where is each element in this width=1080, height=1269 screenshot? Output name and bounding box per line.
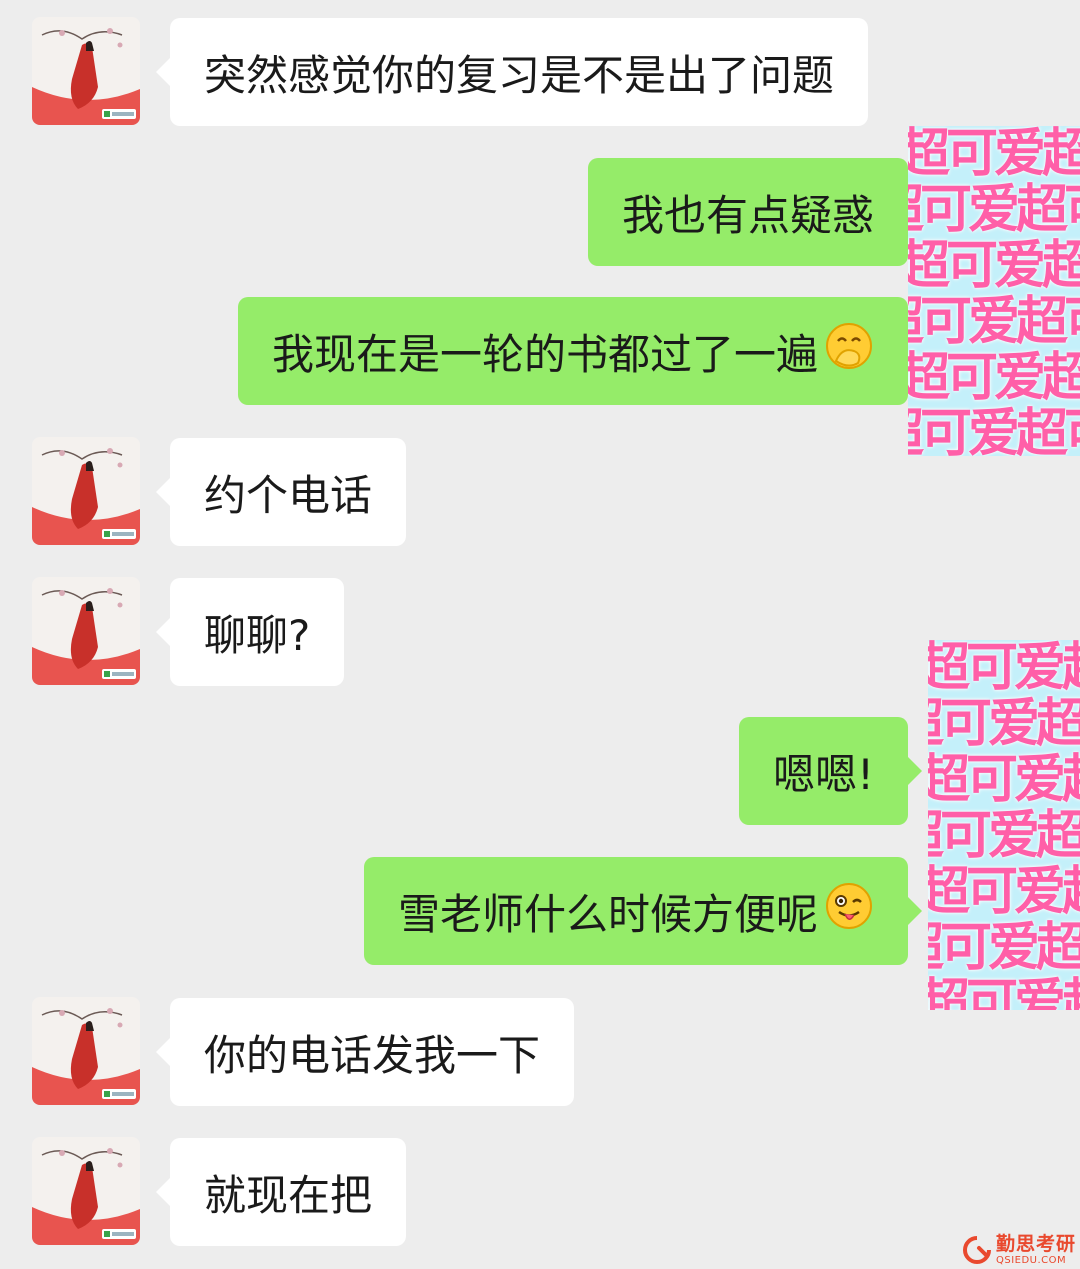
message-bubble-outgoing[interactable]: 雪老师什么时候方便呢 <box>363 857 923 965</box>
message-bubble-incoming[interactable]: 聊聊? <box>155 578 345 686</box>
avatar[interactable] <box>32 577 140 685</box>
message-bubble-incoming[interactable]: 你的电话发我一下 <box>155 998 575 1106</box>
message-bubble-outgoing[interactable]: 我也有点疑惑 <box>587 158 923 266</box>
message-text: 雪老师什么时候方便呢 <box>397 889 818 939</box>
brand-logo-icon <box>963 1236 991 1264</box>
message-text: 我也有点疑惑 <box>621 190 874 240</box>
avatar[interactable] <box>32 1137 140 1245</box>
covering-mouth-emoji <box>824 321 874 381</box>
avatar[interactable] <box>32 437 140 545</box>
message-bubble-incoming[interactable]: 就现在把 <box>155 1138 407 1246</box>
message-text: 就现在把 <box>204 1170 373 1220</box>
message-bubble-outgoing[interactable]: 嗯嗯! <box>739 717 922 825</box>
message-text: 突然感觉你的复习是不是出了问题 <box>204 50 835 100</box>
message-text: 约个电话 <box>204 470 373 520</box>
message-bubble-incoming[interactable]: 突然感觉你的复习是不是出了问题 <box>155 18 869 126</box>
message-text: 我现在是一轮的书都过了一遍 <box>271 329 818 379</box>
message-bubble-outgoing[interactable]: 我现在是一轮的书都过了一遍 <box>237 297 923 405</box>
message-text: 你的电话发我一下 <box>204 1030 541 1080</box>
winking-tongue-emoji <box>824 881 874 941</box>
brand-name: 勤思考研 <box>995 1232 1076 1255</box>
avatar[interactable] <box>32 997 140 1105</box>
avatar[interactable] <box>32 17 140 125</box>
message-bubble-incoming[interactable]: 约个电话 <box>155 438 407 546</box>
sticker-image[interactable]: 超可爱超可爱 超可爱超可爱 超可爱超可爱 超可爱超可爱 超可爱超可爱 超可爱超可… <box>908 126 1080 456</box>
brand-watermark: 勤思考研 QSIEDU.COM <box>962 1233 1076 1267</box>
brand-domain: QSIEDU.COM <box>995 1254 1067 1266</box>
message-text: 嗯嗯! <box>773 749 874 799</box>
message-text: 聊聊? <box>204 610 311 660</box>
sticker-image[interactable]: 超可爱超可爱 超可爱超可爱 超可爱超可爱 超可爱超可爱 超可爱超可爱 超可爱超可… <box>928 640 1080 1010</box>
